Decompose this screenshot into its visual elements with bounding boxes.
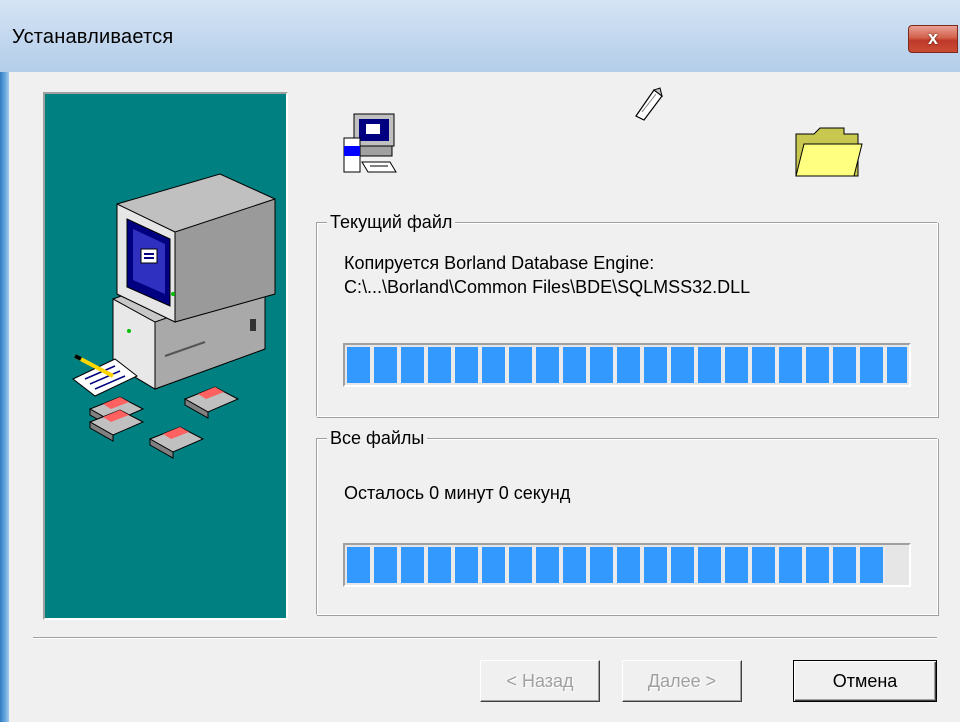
all-files-group-label: Все файлы [327, 428, 428, 449]
computer-setup-icon [343, 113, 397, 173]
close-icon: x [927, 28, 938, 48]
button-separator [33, 637, 937, 639]
floppy-disks-icon [88, 386, 240, 459]
copying-status-text: Копируется Borland Database Engine: [344, 253, 655, 273]
next-button[interactable]: Далее > [622, 660, 742, 702]
title-bar[interactable]: Устанавливается x [0, 0, 960, 72]
current-file-progress-fill [347, 347, 907, 383]
flying-paper-icon [635, 87, 663, 121]
setup-window: Устанавливается x Текущий файл Копируетс… [0, 0, 960, 722]
close-button[interactable]: x [908, 25, 958, 53]
current-file-group-label: Текущий файл [327, 212, 456, 233]
window-title: Устанавливается [12, 26, 174, 48]
all-files-progress-bar [343, 543, 911, 587]
current-file-group [316, 222, 938, 417]
all-files-progress-fill [347, 547, 885, 583]
side-illustration-panel [43, 92, 288, 620]
back-button[interactable]: < Назад [480, 660, 600, 702]
current-file-path: C:\...\Borland\Common Files\BDE\SQLMSS32… [344, 277, 751, 297]
cancel-button[interactable]: Отмена [793, 660, 937, 702]
current-file-progress-bar [343, 343, 911, 387]
time-remaining-text: Осталось 0 минут 0 секунд [344, 483, 571, 503]
dialog-body: Текущий файл Копируется Borland Database… [10, 72, 960, 722]
setup-illustration [72, 173, 276, 459]
all-files-group [316, 438, 938, 615]
computer-icon [112, 173, 276, 390]
folder-icon [795, 127, 863, 177]
